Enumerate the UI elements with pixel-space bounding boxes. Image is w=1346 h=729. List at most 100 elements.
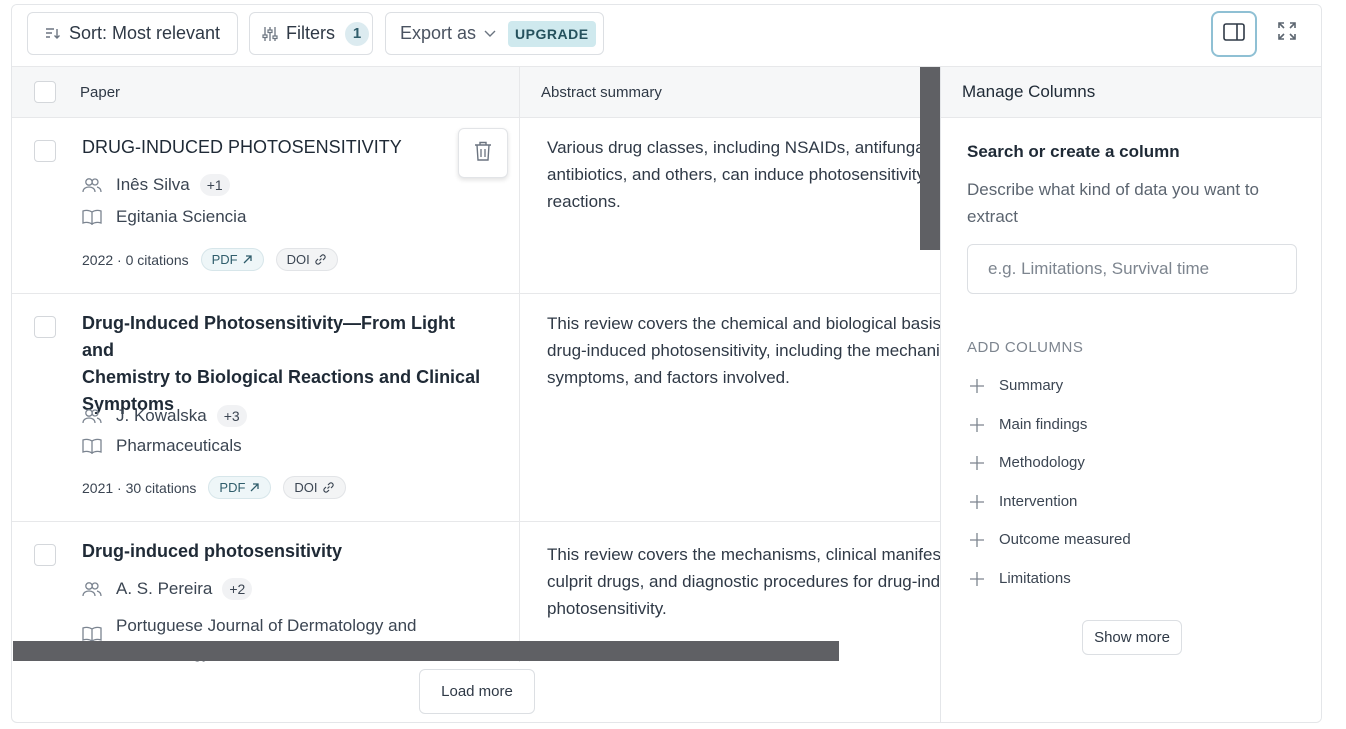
external-link-icon (250, 483, 260, 492)
more-authors-badge[interactable]: +3 (216, 405, 247, 427)
more-authors-badge[interactable]: +2 (222, 578, 253, 600)
add-column-methodology[interactable]: Methodology (969, 454, 1085, 471)
plus-icon (969, 378, 985, 394)
doi-link[interactable]: DOI (275, 248, 338, 271)
plus-icon (969, 532, 985, 548)
chevron-down-icon (484, 30, 496, 38)
users-icon (82, 177, 102, 193)
title-line: Chemistry to Biological Reactions and Cl… (82, 367, 481, 387)
load-more-button[interactable]: Load more (419, 669, 535, 714)
journal: Pharmaceuticals (82, 436, 242, 456)
paper-stats: 2021 · 30 citations PDF DOI (82, 476, 346, 499)
column-option-label: Intervention (999, 493, 1078, 510)
export-dropdown[interactable]: Export as UPGRADE (385, 12, 604, 55)
sort-button[interactable]: Sort: Most relevant (27, 12, 238, 55)
row-checkbox[interactable] (34, 544, 56, 566)
vertical-scrollbar[interactable] (920, 67, 940, 250)
journal: Egitania Sciencia (82, 207, 246, 227)
abstract-line: photosensitivity. (547, 599, 667, 618)
paper-stats: 2022 · 0 citations PDF DOI (82, 248, 338, 271)
more-authors-badge[interactable]: +1 (199, 174, 230, 196)
filters-button[interactable]: Filters 1 (249, 12, 373, 55)
paper-title[interactable]: Drug-Induced Photosensitivity—From Light… (82, 310, 482, 418)
author-name[interactable]: Inês Silva (116, 175, 190, 195)
journal-name: Pharmaceuticals (116, 436, 242, 455)
column-option-label: Main findings (999, 416, 1088, 433)
journal-name: Egitania Sciencia (116, 207, 247, 226)
expand-button[interactable] (1271, 17, 1303, 49)
title-line: Drug-Induced Photosensitivity—From Light… (82, 313, 455, 360)
upgrade-badge[interactable]: UPGRADE (508, 20, 596, 47)
journal-line: Portuguese Journal of Dermatology and (116, 616, 417, 635)
abstract-line: culprit drugs, and diagnostic procedures… (547, 572, 942, 591)
panel-toggle-button[interactable] (1211, 11, 1257, 57)
column-option-label: Limitations (999, 570, 1071, 587)
column-option-label: Methodology (999, 454, 1085, 471)
sort-label: Sort: Most relevant (69, 23, 221, 43)
abstract-line: reactions. (547, 192, 621, 211)
authors: A. S. Pereira +2 (82, 578, 253, 600)
horizontal-scrollbar[interactable] (13, 641, 839, 661)
link-icon (315, 254, 326, 265)
panel-subtitle: Search or create a column (967, 142, 1180, 161)
add-column-intervention[interactable]: Intervention (969, 493, 1077, 510)
table-row[interactable]: Drug-Induced Photosensitivity—From Light… (12, 294, 942, 522)
pdf-label: PDF (211, 252, 238, 267)
trash-icon (473, 140, 493, 167)
abstract-line: drug-induced photosensitivity, including… (547, 341, 942, 360)
add-column-main-findings[interactable]: Main findings (969, 416, 1087, 433)
users-icon (82, 408, 102, 424)
column-search-input[interactable] (967, 244, 1297, 294)
external-link-icon (243, 255, 252, 264)
paper-title[interactable]: DRUG-INDUCED PHOTOSENSITIVITY (82, 134, 482, 161)
book-icon (82, 626, 102, 642)
add-column-limitations[interactable]: Limitations (969, 570, 1071, 587)
author-name[interactable]: J. Kowalska (116, 406, 207, 426)
filters-label: Filters (286, 23, 335, 43)
doi-label: DOI (286, 252, 310, 267)
manage-columns-panel: Manage Columns Search or create a column… (940, 67, 1321, 722)
table-row[interactable]: DRUG-INDUCED PHOTOSENSITIVITY Inês Silva… (12, 118, 942, 294)
export-label: Export as (400, 23, 477, 43)
plus-icon (969, 455, 985, 471)
column-option-label: Summary (999, 377, 1064, 394)
column-option-label: Outcome measured (999, 531, 1131, 548)
column-header-paper: Paper (80, 84, 121, 101)
select-all-checkbox[interactable] (34, 81, 56, 103)
delete-row-button[interactable] (458, 128, 508, 178)
add-column-outcome-measured[interactable]: Outcome measured (969, 531, 1131, 548)
add-columns-label: ADD COLUMNS (967, 339, 1084, 356)
filters-count-badge: 1 (345, 21, 369, 46)
plus-icon (969, 571, 985, 587)
expand-icon (1277, 21, 1297, 46)
book-icon (82, 438, 102, 454)
authors: Inês Silva +1 (82, 174, 230, 196)
results-frame: Sort: Most relevant Filters 1 Export as … (11, 4, 1322, 723)
doi-link[interactable]: DOI (283, 476, 346, 499)
add-column-summary[interactable]: Summary (969, 377, 1063, 394)
doi-label: DOI (294, 480, 318, 495)
year-citations: 2022 · 0 citations (82, 251, 189, 268)
abstract-summary: This review covers the mechanisms, clini… (547, 541, 942, 622)
column-header-abstract: Abstract summary (541, 84, 662, 101)
row-checkbox[interactable] (34, 140, 56, 162)
row-checkbox[interactable] (34, 316, 56, 338)
pdf-link[interactable]: PDF (200, 248, 264, 271)
paper-title[interactable]: Drug-induced photosensitivity (82, 538, 482, 565)
abstract-summary: Various drug classes, including NSAIDs, … (547, 134, 942, 215)
pdf-link[interactable]: PDF (208, 476, 272, 499)
plus-icon (969, 494, 985, 510)
abstract-line: This review covers the mechanisms, clini… (547, 545, 942, 564)
plus-icon (969, 417, 985, 433)
pdf-label: PDF (219, 480, 246, 495)
show-more-button[interactable]: Show more (1082, 620, 1182, 655)
toolbar: Sort: Most relevant Filters 1 Export as … (12, 5, 1321, 67)
sort-icon (45, 27, 61, 41)
book-icon (82, 209, 102, 225)
abstract-line: Various drug classes, including NSAIDs, … (547, 138, 942, 157)
panel-title: Manage Columns (941, 67, 1321, 118)
abstract-summary: This review covers the chemical and biol… (547, 310, 942, 391)
table-header: Paper Abstract summary (12, 67, 942, 118)
filters-icon (262, 26, 278, 42)
author-name[interactable]: A. S. Pereira (116, 579, 212, 599)
